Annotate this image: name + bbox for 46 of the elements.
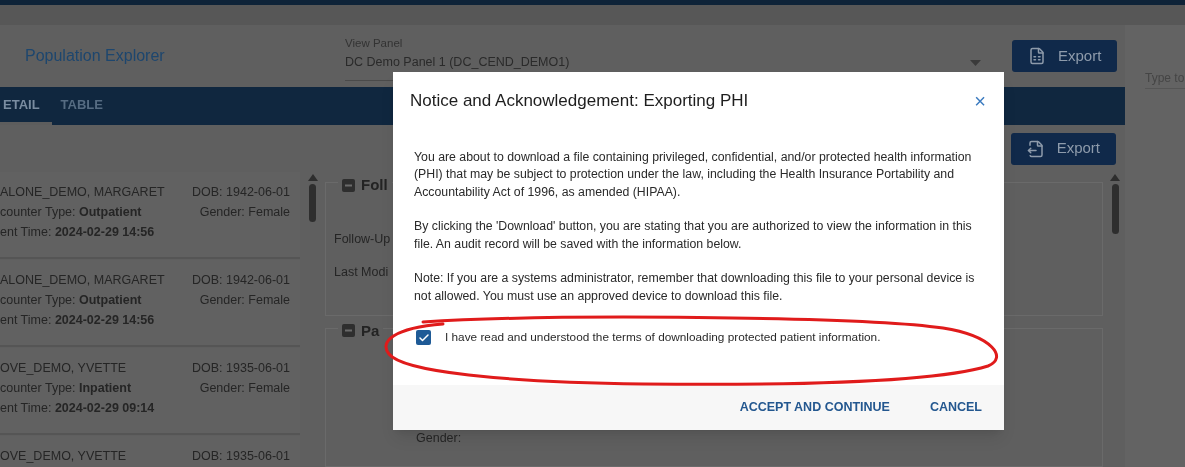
patient-name: OVE_DEMO, YVETTE — [0, 448, 127, 465]
gender: Gender: Female — [199, 292, 290, 309]
section-title: Foll — [361, 175, 388, 195]
scroll-up-icon — [1110, 174, 1120, 181]
patient-name: OVE_DEMO, YVETTE — [0, 360, 127, 377]
file-export-icon — [1026, 139, 1045, 158]
scroll-up-icon — [307, 174, 318, 181]
tab[interactable]: ETAIL — [0, 87, 52, 125]
app-title: Population Explorer — [24, 46, 166, 66]
notice-paragraph: By clicking the 'Download' button, you are stating that you are authorized to view the information in this file. An audit record will be saved with the information below. — [414, 218, 973, 253]
scrollbar-thumb[interactable] — [1111, 184, 1119, 234]
encounter-time: ent Time: 2024-02-29 14:56 — [0, 225, 155, 239]
patient-name: ALONE_DEMO, MARGARET — [0, 272, 165, 289]
dialog-title: Notice and Acknowledgement: Exporting PHI — [410, 90, 749, 112]
date-of-birth: DOB: 1942-06-01 — [192, 272, 290, 289]
patient-name: ALONE_DEMO, MARGARET — [0, 184, 165, 201]
encounter-type: counter Type: Outpatient — [0, 204, 142, 221]
check-icon — [417, 331, 430, 344]
encounter-time: ent Time: 2024-02-29 14:56 — [0, 313, 155, 327]
date-of-birth: DOB: 1942-06-01 — [192, 184, 290, 201]
collapse-icon[interactable] — [342, 178, 355, 192]
acknowledge-checkbox[interactable] — [416, 330, 431, 346]
accept-button[interactable]: ACCEPT AND CONTINUE — [729, 391, 900, 424]
field-label: Follow-Up — [334, 231, 391, 248]
gender: Gender: Female — [199, 204, 290, 221]
close-button[interactable]: × — [974, 90, 986, 111]
export-button[interactable]: Export — [1012, 40, 1118, 72]
spreadsheet-file-icon — [1028, 47, 1046, 65]
section-title: Pa — [361, 320, 380, 341]
notice-paragraph: Note: If you are a systems administrator, remember that downloading this file to your personal device is not allowed. You must use an approved device to download this file. — [414, 270, 976, 305]
encounter-type: counter Type: Outpatient — [0, 292, 142, 309]
gender: Gender: Female — [199, 380, 290, 397]
field-label: Gender: — [416, 429, 462, 447]
collapse-icon[interactable] — [342, 324, 355, 338]
tab[interactable]: TABLE — [51, 87, 112, 125]
encounter-time: ent Time: 2024-02-29 09:14 — [0, 401, 155, 415]
date-of-birth: DOB: 1935-06-01 — [192, 360, 290, 377]
notice-paragraph: You are about to download a file containing privileged, confidential, and/or protected health information (PHI) that may be subject to protection under the law, including the Health Insurance Portability and Accountability Act of 1996, as amended (HIPAA). — [414, 148, 973, 201]
field-label: Last Modi — [334, 263, 389, 281]
scrollbar-thumb[interactable] — [309, 184, 316, 222]
dropdown-caret-icon — [970, 59, 981, 66]
date-of-birth: DOB: 1935-06-01 — [192, 448, 290, 465]
checkbox-label: I have read and understood the terms of downloading protected patient information. — [445, 329, 881, 346]
cancel-button[interactable]: CANCEL — [919, 391, 992, 424]
encounter-type: counter Type: Inpatient — [0, 380, 132, 397]
export-button[interactable]: Export — [1010, 132, 1116, 165]
